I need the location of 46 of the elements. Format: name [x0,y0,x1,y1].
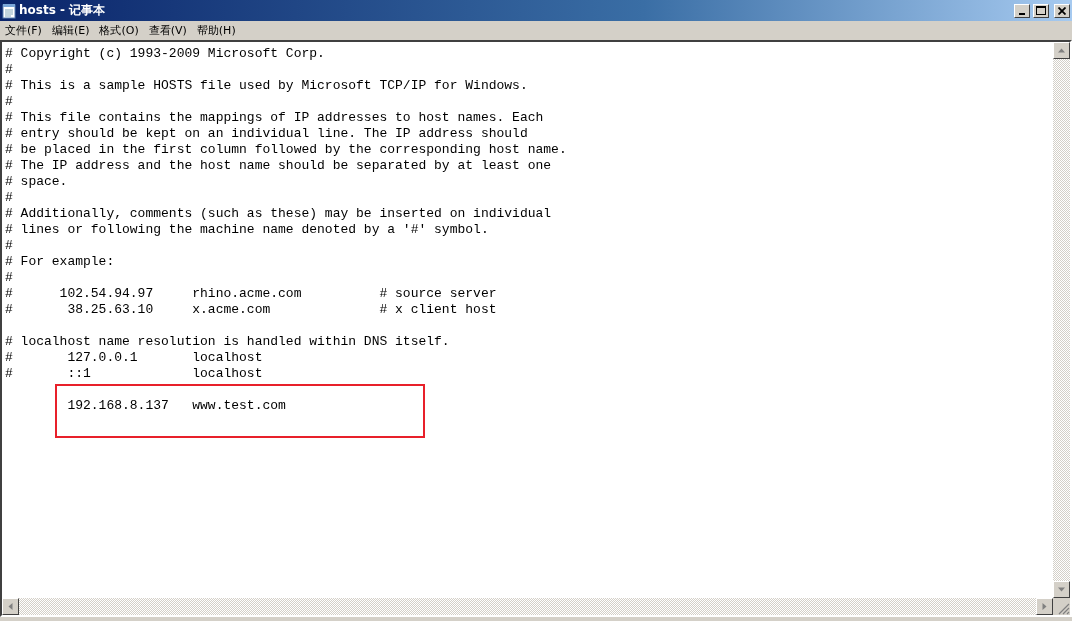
horizontal-scrollbar[interactable] [2,598,1053,615]
code-line: # [5,238,13,253]
vertical-scrollbar[interactable] [1053,42,1070,598]
resize-grip-icon[interactable] [1057,602,1070,615]
code-line: # [5,190,13,205]
left-triangle-icon [7,603,14,610]
code-line: # This file contains the mappings of IP addresses to host names. Each [5,110,544,125]
scroll-left-button[interactable] [2,598,19,615]
scroll-right-button[interactable] [1036,598,1053,615]
code-line: # 38.25.63.10 x.acme.com # x client host [5,302,497,317]
menu-item[interactable]: 帮助(H) [193,23,243,38]
menu-item[interactable]: 编辑(E) [48,23,97,38]
code-line: # The IP address and the host name should be separated by at least one [5,158,552,173]
code-line: # [5,270,13,285]
minimize-button[interactable] [1014,3,1030,18]
scroll-up-button[interactable] [1053,42,1070,59]
code-line: # lines or following the machine name denoted by a '#' symbol. [5,222,489,237]
code-line: # [5,62,13,77]
menu-item[interactable]: 查看(V) [145,23,194,38]
text-editor[interactable] [0,40,1072,617]
up-triangle-icon [1058,47,1065,54]
close-icon [1058,6,1066,15]
minimize-icon [1019,12,1025,15]
notepad-icon [2,2,16,19]
maximize-icon [1036,6,1046,15]
code-line: # [5,94,13,109]
code-line: # Copyright (c) 1993-2009 Microsoft Corp. [5,46,325,61]
code-line: 192.168.8.137 www.test.com [66,398,286,413]
down-triangle-icon [1058,586,1065,593]
code-line: # entry should be kept on an individual line. The IP address should [5,126,528,141]
window-title: hosts - 记事本 [19,2,107,19]
code-line: # For example: [5,254,115,269]
right-triangle-icon [1041,603,1048,610]
menu-item[interactable]: 文件(F) [2,23,49,38]
code-line: # Additionally, comments (such as these) may be inserted on individual [5,206,552,221]
code-line: # localhost name resolution is handled within DNS itself. [5,334,450,349]
code-line: # 102.54.94.97 rhino.acme.com # source server [5,286,497,301]
code-line: # space. [5,174,68,189]
maximize-button[interactable] [1033,3,1049,18]
code-line: # This is a sample HOSTS file used by Microsoft TCP/IP for Windows. [5,78,528,93]
code-line: # be placed in the first column followed by the corresponding host name. [5,142,567,157]
code-line: # ::1 localhost [5,366,263,381]
code-line: # 127.0.0.1 localhost [5,350,263,365]
menu-item[interactable]: 格式(O) [96,23,146,38]
close-button[interactable] [1054,3,1070,18]
scroll-down-button[interactable] [1053,581,1070,598]
